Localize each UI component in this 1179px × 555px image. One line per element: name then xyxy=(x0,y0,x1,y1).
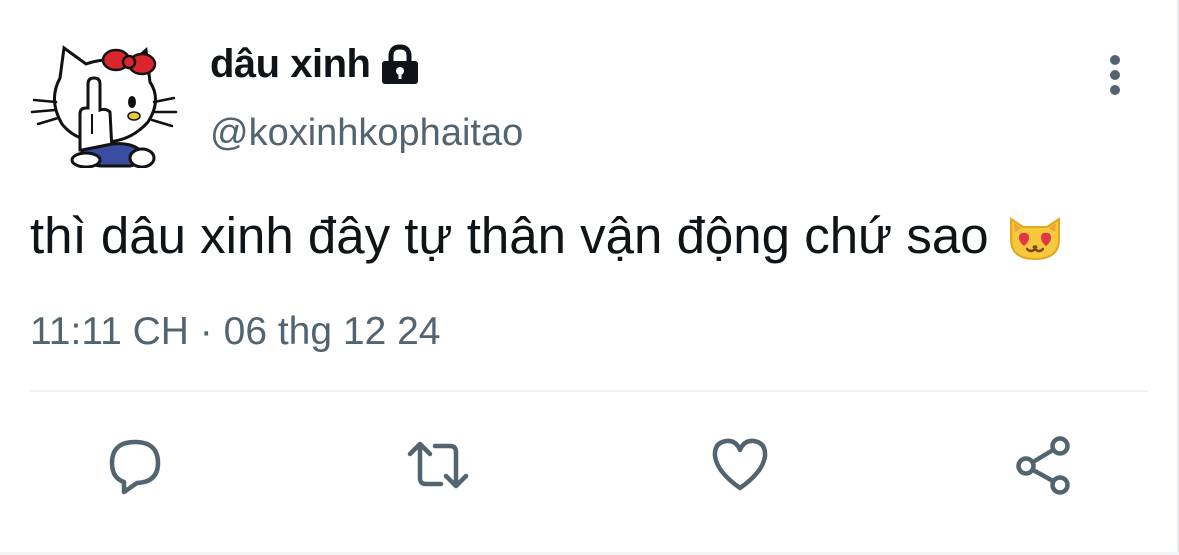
share-button[interactable] xyxy=(1008,430,1078,500)
avatar[interactable] xyxy=(30,38,178,169)
divider xyxy=(30,390,1148,392)
more-vertical-icon xyxy=(1110,55,1120,95)
display-name[interactable]: dâu xinh xyxy=(210,42,420,87)
reply-button[interactable] xyxy=(100,430,170,500)
user-handle[interactable]: @koxinhkophaitao xyxy=(210,112,523,155)
tweet-body: thì dâu xinh đây tự thân vận động chứ sa… xyxy=(30,206,989,264)
retweet-button[interactable] xyxy=(403,430,473,500)
smiling-cat-heart-eyes-emoji-icon xyxy=(1005,205,1065,265)
reply-icon xyxy=(109,439,161,495)
retweet-icon xyxy=(407,441,469,489)
heart-icon xyxy=(712,438,768,491)
more-options-button[interactable] xyxy=(1096,50,1134,100)
lock-icon xyxy=(380,43,420,86)
display-name-text: dâu xinh xyxy=(210,42,371,86)
share-icon xyxy=(1016,436,1070,495)
like-button[interactable] xyxy=(705,430,775,500)
tweet-timestamp[interactable]: 11:11 CH · 06 thg 12 24 xyxy=(30,310,441,354)
tweet-text: thì dâu xinh đây tự thân vận động chứ sa… xyxy=(30,205,1065,265)
hello-kitty-avatar-icon xyxy=(30,45,178,169)
